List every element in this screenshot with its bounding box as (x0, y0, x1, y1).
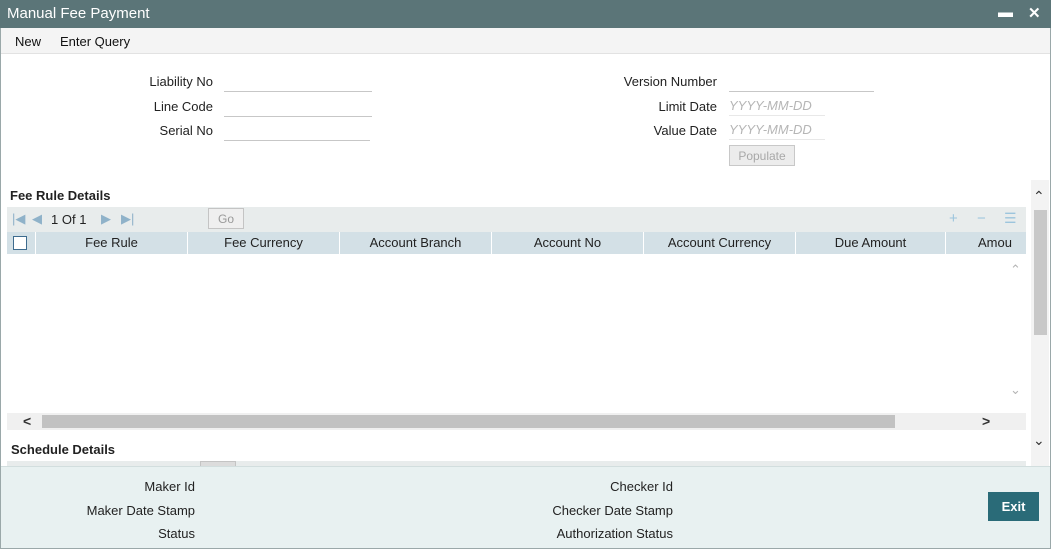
scroll-right-icon[interactable]: > (982, 413, 990, 429)
title-bar: Manual Fee Payment ▬ ✕ (0, 0, 1051, 28)
version-number-label: Version Number (623, 74, 717, 89)
col-account-currency[interactable]: Account Currency (644, 232, 796, 254)
page-total: 1 (79, 212, 87, 227)
audit-footer: Maker Id Maker Date Stamp Status Checker… (1, 466, 1050, 548)
page-current: 1 (51, 212, 59, 227)
grid-scroll-down-icon[interactable]: ⌄ (1010, 382, 1021, 398)
go-button[interactable]: Go (208, 208, 244, 229)
fee-rule-grid-body (7, 254, 1026, 412)
col-fee-currency[interactable]: Fee Currency (188, 232, 340, 254)
col-due-amount[interactable]: Due Amount (796, 232, 946, 254)
page-info: 1 Of 1 (51, 212, 86, 227)
liability-no-label: Liability No (149, 74, 213, 89)
value-date-input[interactable] (729, 120, 825, 140)
page-scroll-down-icon[interactable]: ⌄ (1033, 432, 1045, 449)
liability-no-input[interactable] (224, 72, 372, 92)
maker-id-label: Maker Id (144, 479, 195, 494)
fee-rule-details-title: Fee Rule Details (10, 188, 111, 203)
populate-button[interactable]: Populate (729, 145, 795, 166)
window-title: Manual Fee Payment (7, 5, 150, 22)
horizontal-scroll-thumb[interactable] (42, 415, 895, 428)
add-row-icon[interactable]: + (949, 210, 958, 227)
limit-date-input[interactable] (729, 96, 825, 116)
authorization-status-label: Authorization Status (556, 526, 673, 541)
select-all-checkbox[interactable] (13, 236, 27, 250)
fee-rule-grid-toolbar: |◀ ◀ 1 Of 1 ▶ ▶| Go + − ☰ (7, 207, 1026, 232)
page-number-input[interactable] (154, 210, 200, 228)
serial-no-input[interactable] (224, 121, 370, 141)
menu-bar: New Enter Query (0, 28, 1051, 54)
single-view-icon[interactable]: ☰ (1004, 210, 1017, 227)
prev-page-icon[interactable]: ◀ (32, 211, 42, 227)
next-page-icon[interactable]: ▶ (101, 211, 111, 227)
page-of-label: Of (61, 212, 76, 227)
menu-enter-query[interactable]: Enter Query (60, 34, 130, 49)
version-number-input[interactable] (729, 72, 874, 92)
col-account-no[interactable]: Account No (492, 232, 644, 254)
checker-id-label: Checker Id (610, 479, 673, 494)
close-icon[interactable]: ✕ (1028, 4, 1041, 22)
first-page-icon[interactable]: |◀ (12, 211, 25, 227)
select-all-cell (7, 232, 36, 254)
scroll-left-icon[interactable]: < (23, 413, 31, 429)
line-code-input[interactable] (224, 97, 372, 117)
page-vertical-scrollbar[interactable]: ⌃ ⌄ (1031, 180, 1049, 466)
maker-date-stamp-label: Maker Date Stamp (86, 503, 195, 518)
col-amount[interactable]: Amou (946, 232, 1026, 254)
exit-button[interactable]: Exit (988, 492, 1039, 521)
col-fee-rule[interactable]: Fee Rule (36, 232, 188, 254)
col-account-branch[interactable]: Account Branch (340, 232, 492, 254)
serial-no-label: Serial No (159, 123, 213, 138)
last-page-icon[interactable]: ▶| (121, 211, 134, 227)
grid-horizontal-scrollbar[interactable]: < > (7, 413, 1026, 430)
fee-rule-grid-header: Fee Rule Fee Currency Account Branch Acc… (7, 232, 1026, 254)
line-code-label: Line Code (153, 99, 213, 114)
page-scroll-up-icon[interactable]: ⌃ (1033, 188, 1045, 205)
status-label: Status (158, 526, 195, 541)
checker-date-stamp-label: Checker Date Stamp (552, 503, 673, 518)
limit-date-label: Limit Date (658, 99, 717, 114)
minimize-icon[interactable]: ▬ (998, 4, 1013, 21)
schedule-details-title: Schedule Details (11, 442, 116, 457)
menu-new[interactable]: New (15, 34, 41, 49)
grid-scroll-up-icon[interactable]: ⌃ (1010, 262, 1021, 278)
value-date-label: Value Date (653, 123, 717, 138)
delete-row-icon[interactable]: − (977, 210, 986, 227)
page-scroll-thumb[interactable] (1034, 210, 1047, 335)
